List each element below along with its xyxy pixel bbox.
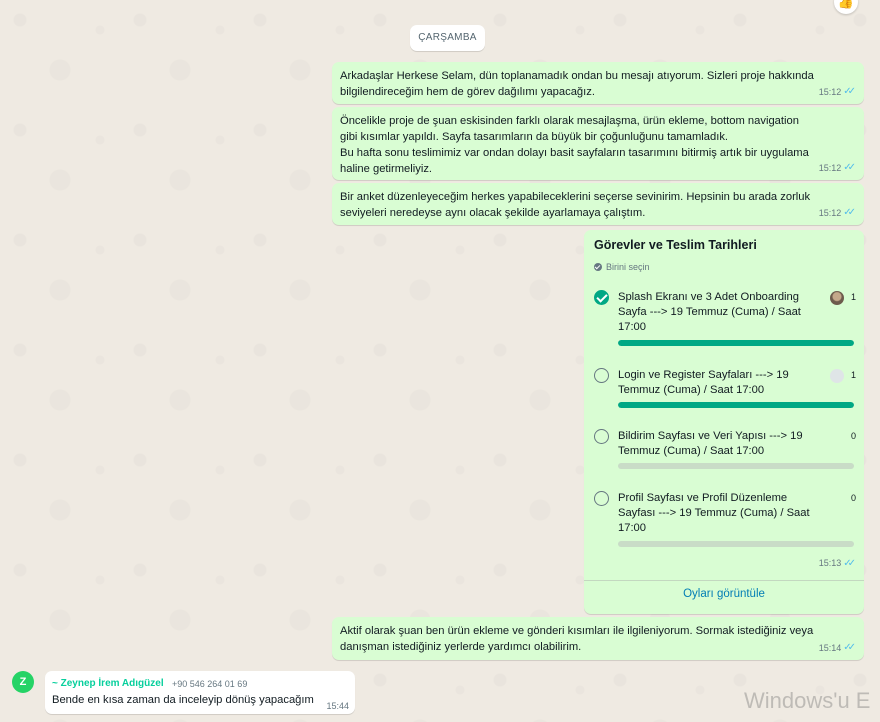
option-checkbox[interactable] [594,290,609,305]
vote-progress-bar [618,463,854,469]
reaction-icon[interactable]: 👍 [834,0,858,14]
message-text: Bende en kısa zaman da inceleyip dönüş y… [52,694,314,706]
read-ticks-icon: ✓✓ [843,207,856,218]
vote-progress-bar [618,340,854,346]
option-label: Splash Ekranı ve 3 Adet Onboarding Sayfa… [618,291,801,333]
vote-progress-fill [618,402,854,408]
option-radio[interactable] [594,491,609,506]
message-meta: 15:12 ✓✓ [819,84,856,100]
option-label: Profil Sayfası ve Profil Düzenleme Sayfa… [618,492,810,534]
view-votes-button[interactable]: Oyları görüntüle [584,588,864,600]
read-ticks-icon: ✓✓ [843,162,856,173]
sender-phone: +90 546 264 01 69 [172,679,248,689]
message-meta: 15:12 ✓✓ [819,160,856,176]
read-ticks-icon: ✓✓ [843,558,856,569]
vote-progress-bar [618,541,854,547]
incoming-message[interactable]: ~ Zeynep İrem Adıgüzel +90 546 264 01 69… [45,671,355,714]
message-text: Bir anket düzenleyeceğim herkes yapabile… [340,191,814,219]
date-separator: ÇARŞAMBA [410,25,485,51]
message-text: Aktif olarak şuan ben ürün ekleme ve gön… [340,625,817,653]
poll-message: Görevler ve Teslim Tarihleri Birini seçi… [584,230,864,614]
check-circle-icon [594,263,602,271]
message-time: 15:12 [818,163,842,173]
sender-avatar[interactable]: Z [12,671,34,693]
activation-watermark: Windows'u E [744,688,871,713]
vote-progress-fill [618,340,854,346]
sender-name[interactable]: ~ Zeynep İrem Adıgüzel [52,678,164,689]
outgoing-message[interactable]: Bir anket düzenleyeceğim herkes yapabile… [332,183,864,225]
voter-avatar [830,291,844,305]
poll-title: Görevler ve Teslim Tarihleri [594,238,757,252]
divider [584,580,864,581]
option-radio[interactable] [594,429,609,444]
poll-subtitle-text: Birini seçin [606,262,650,272]
poll-meta: 15:13 ✓✓ [819,558,856,569]
message-time: 15:13 [818,558,842,568]
message-meta: 15:14 ✓✓ [819,640,856,656]
option-label: Login ve Register Sayfaları ---> 19 Temm… [618,369,789,396]
read-ticks-icon: ✓✓ [843,642,856,653]
outgoing-message[interactable]: Aktif olarak şuan ben ürün ekleme ve gön… [332,617,864,660]
vote-count: 0 [850,431,856,441]
outgoing-message[interactable]: Öncelikle proje de şuan eskisinden farkl… [332,107,864,180]
message-text: Arkadaşlar Herkese Selam, dün toplanamad… [340,70,817,98]
message-time: 15:12 [818,208,842,218]
option-label: Bildirim Sayfası ve Veri Yapısı ---> 19 … [618,430,803,457]
message-meta: 15:12 ✓✓ [819,205,856,221]
voter-avatar [830,369,844,383]
vote-count: 1 [850,370,856,380]
vote-count: 0 [850,493,856,503]
vote-count: 1 [850,292,856,302]
message-time: 15:12 [818,87,842,97]
message-text: Öncelikle proje de şuan eskisinden farkl… [340,115,809,175]
vote-progress-bar [618,402,854,408]
outgoing-message[interactable]: Arkadaşlar Herkese Selam, dün toplanamad… [332,62,864,104]
read-ticks-icon: ✓✓ [843,86,856,97]
message-time: 15:44 [326,701,349,711]
poll-subtitle: Birini seçin [594,262,650,272]
message-time: 15:14 [818,643,842,653]
option-radio[interactable] [594,368,609,383]
